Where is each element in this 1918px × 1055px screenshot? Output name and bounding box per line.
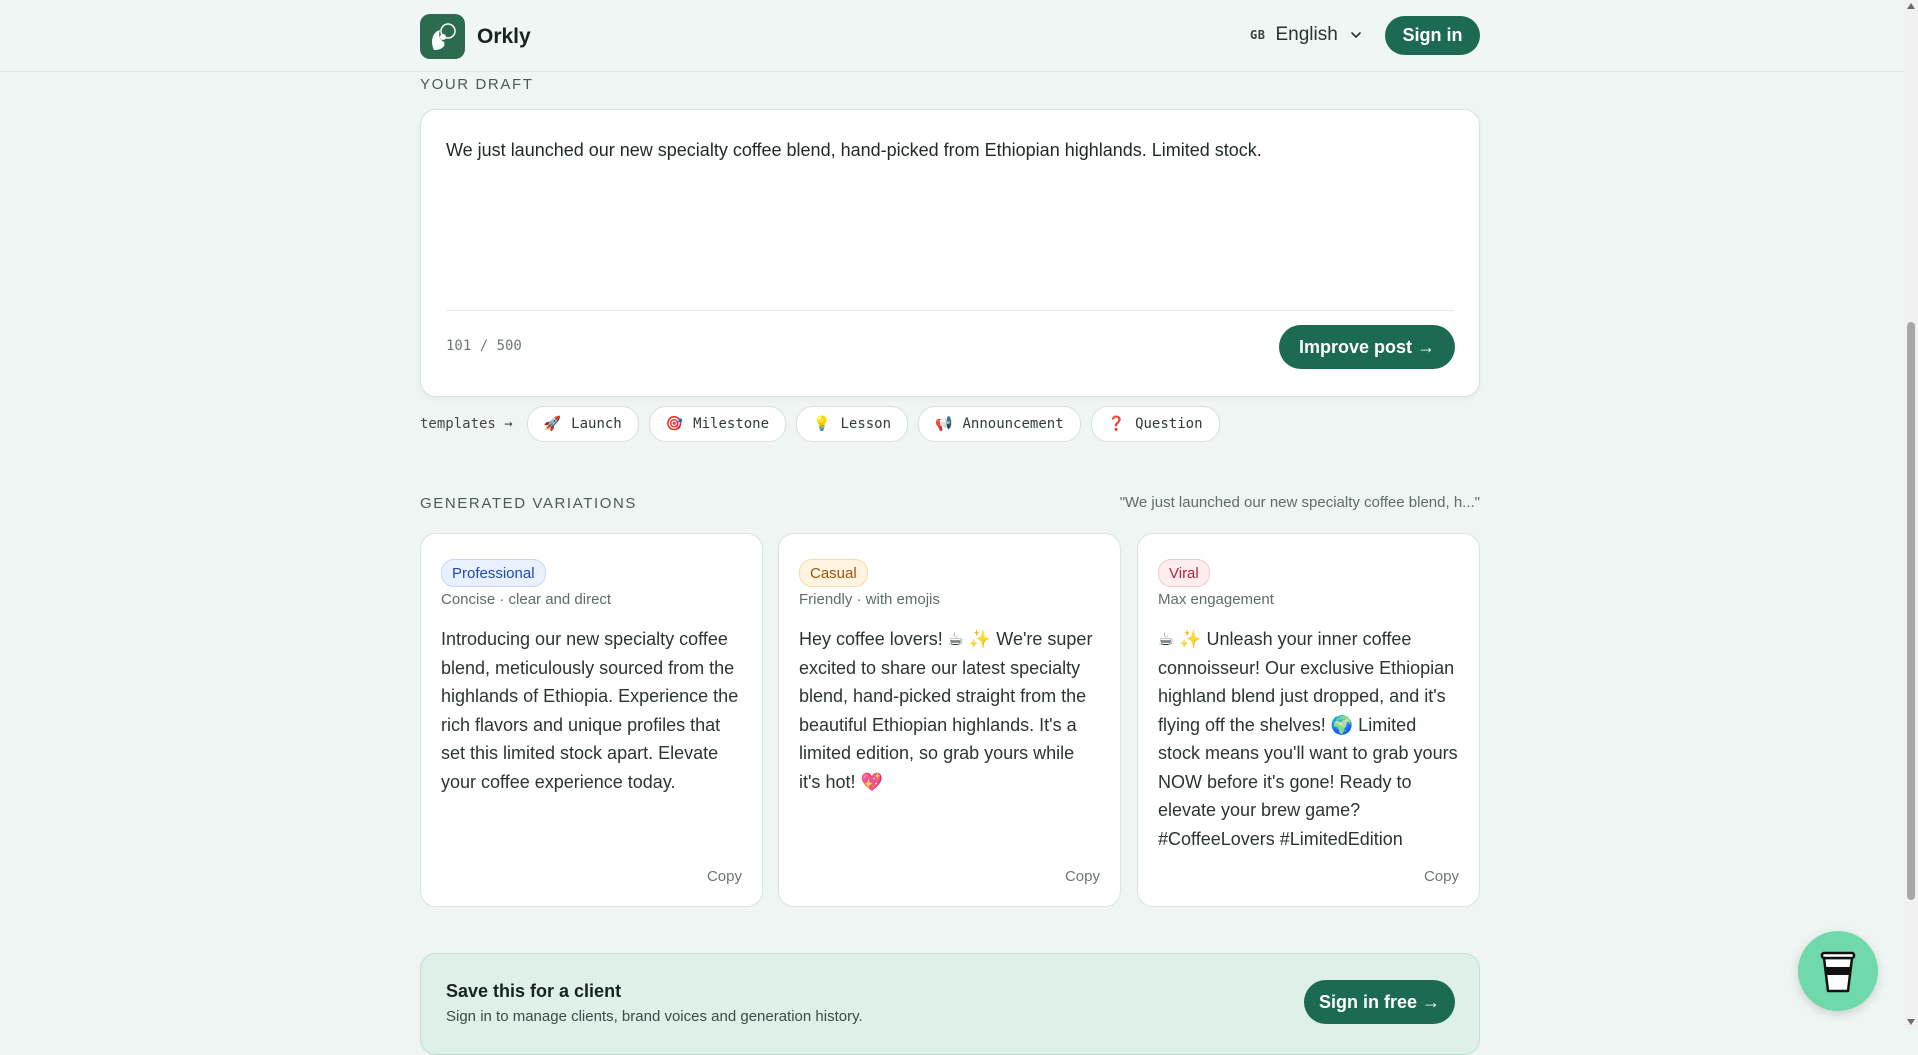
template-chip-label: Question (1135, 416, 1203, 432)
templates-row: templates → 🚀 Launch 🎯 Milestone 💡 Lesso… (420, 405, 1230, 443)
squirrel-logo-icon (420, 14, 465, 59)
variation-body: ☕ ✨ Unleash your inner coffee connoisseu… (1158, 629, 1458, 849)
template-chip-announcement[interactable]: 📢 Announcement (918, 406, 1081, 442)
brand-name: Orkly (477, 24, 531, 48)
template-chip-question[interactable]: ❓ Question (1090, 406, 1220, 442)
template-chip-launch[interactable]: 🚀 Launch (526, 406, 639, 442)
sign-in-free-button[interactable]: Sign in free → (1304, 980, 1455, 1024)
brand[interactable]: Orkly (420, 14, 531, 59)
sign-in-button[interactable]: Sign in (1385, 16, 1480, 55)
flag-gb-icon: GB (1250, 28, 1266, 42)
copy-button[interactable]: Copy (707, 868, 742, 885)
copy-button[interactable]: Copy (1065, 868, 1100, 885)
scroll-up-arrow-icon[interactable] (1907, 3, 1915, 9)
chevron-down-icon (1350, 32, 1361, 38)
buy-me-a-coffee-button[interactable] (1798, 931, 1878, 1011)
template-chip-label: Lesson (840, 416, 892, 432)
draft-divider (446, 310, 1454, 311)
tone-badge-casual: Casual (799, 559, 868, 587)
save-for-client-banner: Save this for a client Sign in to manage… (420, 953, 1480, 1055)
top-navbar: Orkly GB English Sign in (0, 0, 1904, 72)
template-chip-label: Milestone (693, 416, 770, 432)
character-counter: 101 / 500 (446, 338, 522, 354)
source-draft-echo: "We just launched our new specialty coff… (1119, 494, 1480, 511)
variation-card-viral: Viral Max engagement ☕ ✨ Unleash your in… (1137, 533, 1480, 907)
variation-subtitle: Friendly · with emojis (799, 591, 940, 608)
template-chip-label: Announcement (962, 416, 1064, 432)
variation-subtitle: Max engagement (1158, 591, 1274, 608)
variation-body: Hey coffee lovers! ☕ ✨ We're super excit… (799, 629, 1093, 792)
improve-post-button[interactable]: Improve post → (1279, 325, 1455, 369)
templates-label: templates → (420, 416, 513, 432)
template-chip-lesson[interactable]: 💡 Lesson (796, 406, 909, 442)
variations-section-label: GENERATED VARIATIONS (420, 495, 638, 512)
copy-button[interactable]: Copy (1424, 868, 1459, 885)
variation-body: Introducing our new specialty coffee ble… (441, 629, 739, 792)
target-icon: 🎯 (665, 416, 684, 432)
coffee-cup-icon (1820, 951, 1856, 993)
language-selector[interactable]: GB English (1250, 24, 1364, 46)
draft-textarea[interactable]: We just launched our new specialty coffe… (446, 140, 1262, 161)
save-banner-title: Save this for a client (446, 981, 622, 1001)
tone-badge-viral: Viral (1158, 559, 1210, 587)
template-chip-milestone[interactable]: 🎯 Milestone (648, 406, 787, 442)
scroll-thumb[interactable] (1907, 322, 1915, 900)
save-banner-subtitle: Sign in to manage clients, brand voices … (446, 1008, 863, 1025)
language-label: English (1275, 24, 1338, 45)
scroll-down-arrow-icon[interactable] (1907, 1019, 1915, 1025)
draft-card: We just launched our new specialty coffe… (420, 109, 1480, 397)
tone-badge-professional: Professional (441, 559, 546, 587)
megaphone-icon: 📢 (935, 416, 953, 432)
template-chip-label: Launch (571, 416, 622, 432)
variation-card-professional: Professional Concise · clear and direct … (420, 533, 763, 907)
rocket-icon: 🚀 (543, 416, 562, 432)
variation-subtitle: Concise · clear and direct (441, 591, 612, 608)
draft-section-label: YOUR DRAFT (420, 76, 534, 93)
variation-card-casual: Casual Friendly · with emojis Hey coffee… (778, 533, 1121, 907)
lightbulb-icon: 💡 (813, 416, 831, 432)
page-scrollbar[interactable] (1904, 0, 1918, 1028)
question-icon: ❓ (1107, 416, 1126, 432)
